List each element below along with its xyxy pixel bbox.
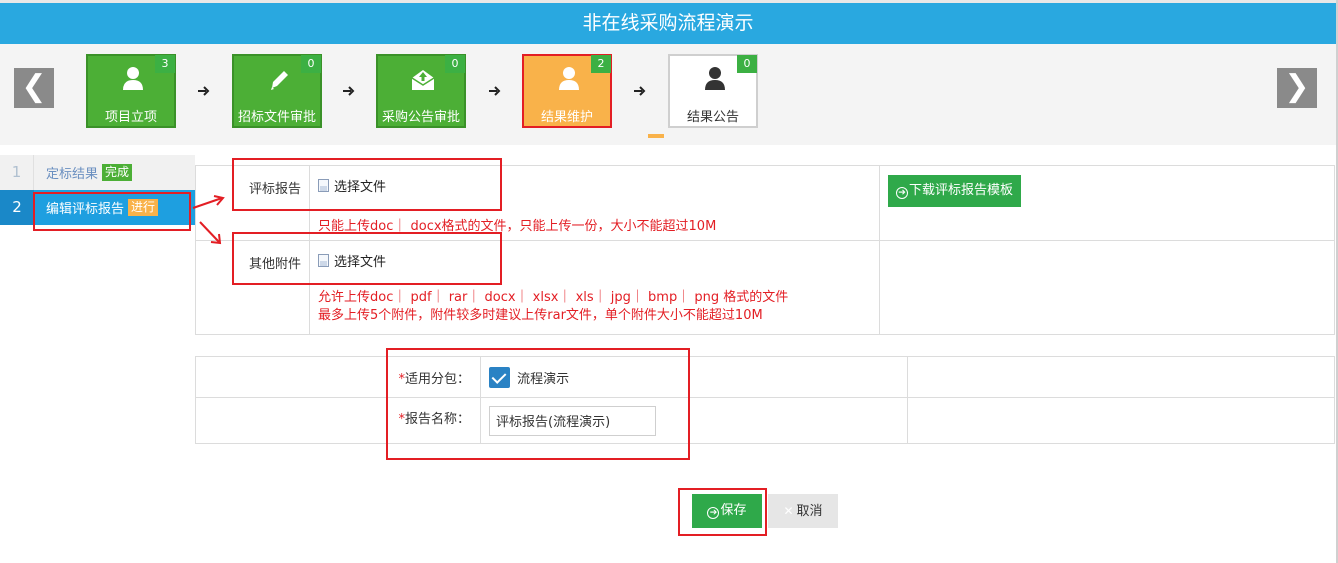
arrow-right-icon <box>198 86 210 96</box>
package-checkbox[interactable] <box>489 366 510 388</box>
step-label: 采购公告审批 <box>381 110 460 125</box>
name-value-cell <box>480 397 908 444</box>
step-project-initiation[interactable]: 3 项目立项 <box>86 54 176 128</box>
report-name-input[interactable] <box>489 405 656 436</box>
other-attachments-label: 其他附件 <box>195 240 310 335</box>
empty-cell <box>907 356 1335 398</box>
step-badge: 2 <box>591 55 611 73</box>
step-result-announcement[interactable]: 0 结果公告 <box>668 54 758 128</box>
prev-step-button[interactable]: ❮ <box>14 68 54 108</box>
other-hint-limits: 最多上传5个附件，附件较多时建议上传rar文件，单个附件大小不能超过10M <box>318 308 763 323</box>
mail-upload-icon <box>411 70 435 90</box>
circle-arrow-icon: ➔ <box>707 507 720 519</box>
choose-file-label: 选择文件 <box>334 255 387 270</box>
report-upload-cell: 选择文件 只能上传doc｜ docx格式的文件，只能上传一份，大小不能超过10M <box>309 165 880 241</box>
name-label-cell: *报告名称： <box>195 397 481 444</box>
step-badge: 0 <box>445 55 465 73</box>
save-label: 保存 <box>720 503 747 518</box>
step-procurement-notice-approval[interactable]: 0 采购公告审批 <box>376 54 466 128</box>
other-hint-formats: 允许上传doc｜ pdf｜ rar｜ docx｜ xlsx｜ xls｜ jpg｜… <box>318 290 789 305</box>
pencil-icon <box>271 71 288 90</box>
package-value: 流程演示 <box>517 371 570 387</box>
arrow-right-icon <box>489 86 501 96</box>
sidebar-item-label: 定标结果 <box>46 167 99 182</box>
status-badge: 进行 <box>128 199 159 216</box>
report-form-table: *适用分包： 流程演示 *报告名称： <box>195 356 1335 444</box>
next-step-button[interactable]: ❯ <box>1277 68 1317 108</box>
close-icon: ✕ <box>783 504 794 518</box>
step-badge: 0 <box>301 55 321 73</box>
upload-table: 评标报告 选择文件 只能上传doc｜ docx格式的文件，只能上传一份，大小不能… <box>195 165 1335 335</box>
step-label: 结果维护 <box>540 110 593 125</box>
report-name-label: 报告名称： <box>404 412 470 427</box>
download-template-label: 下载评标报告模板 <box>909 183 1014 198</box>
arrow-right-icon <box>343 86 355 96</box>
step-label: 项目立项 <box>104 110 157 125</box>
page-title: 非在线采购流程演示 <box>0 3 1336 44</box>
circle-arrow-icon: ➔ <box>896 187 908 199</box>
sidebar-item-edit-report[interactable]: 2 编辑评标报告 进行 <box>0 190 195 225</box>
user-icon <box>123 67 143 90</box>
empty-cell <box>879 240 1335 335</box>
cancel-button[interactable]: ✕ 取消 <box>768 494 838 528</box>
status-badge: 完成 <box>102 164 133 181</box>
package-label: 适用分包： <box>404 371 470 387</box>
sidebar: 1 定标结果 完成 2 编辑评标报告 进行 <box>0 155 195 225</box>
package-value-cell: 流程演示 <box>480 356 908 398</box>
step-tender-doc-approval[interactable]: 0 招标文件审批 <box>232 54 322 128</box>
step-badge: 0 <box>737 55 757 73</box>
empty-cell <box>907 397 1335 444</box>
save-button[interactable]: ➔ 保存 <box>692 494 762 528</box>
sidebar-item-award-result[interactable]: 1 定标结果 完成 <box>0 155 195 190</box>
cancel-label: 取消 <box>796 504 823 519</box>
report-upload-hint: 只能上传doc｜ docx格式的文件，只能上传一份，大小不能超过10M <box>318 219 717 234</box>
sidebar-item-number: 1 <box>0 155 34 190</box>
user-icon <box>559 67 579 90</box>
sidebar-item-number: 2 <box>0 190 34 225</box>
sidebar-item-label: 编辑评标报告 <box>46 202 125 217</box>
user-icon <box>705 67 725 90</box>
current-step-marker <box>648 134 664 138</box>
choose-file-label: 选择文件 <box>334 180 387 195</box>
step-badge: 3 <box>155 55 175 73</box>
step-result-maintenance[interactable]: 2 结果维护 <box>522 54 612 128</box>
download-template-button[interactable]: ➔ 下载评标报告模板 <box>888 175 1022 207</box>
report-choose-file-button[interactable]: 选择文件 <box>318 176 386 195</box>
report-upload-label: 评标报告 <box>195 165 310 241</box>
package-label-cell: *适用分包： <box>195 356 481 398</box>
template-cell: ➔ 下载评标报告模板 <box>879 165 1335 241</box>
file-icon <box>318 254 329 267</box>
other-attachments-cell: 选择文件 允许上传doc｜ pdf｜ rar｜ docx｜ xlsx｜ xls｜… <box>309 240 880 335</box>
other-choose-file-button[interactable]: 选择文件 <box>318 251 386 270</box>
step-label: 结果公告 <box>686 110 739 125</box>
file-icon <box>318 179 329 192</box>
step-label: 招标文件审批 <box>237 110 316 125</box>
arrow-right-icon <box>634 86 646 96</box>
